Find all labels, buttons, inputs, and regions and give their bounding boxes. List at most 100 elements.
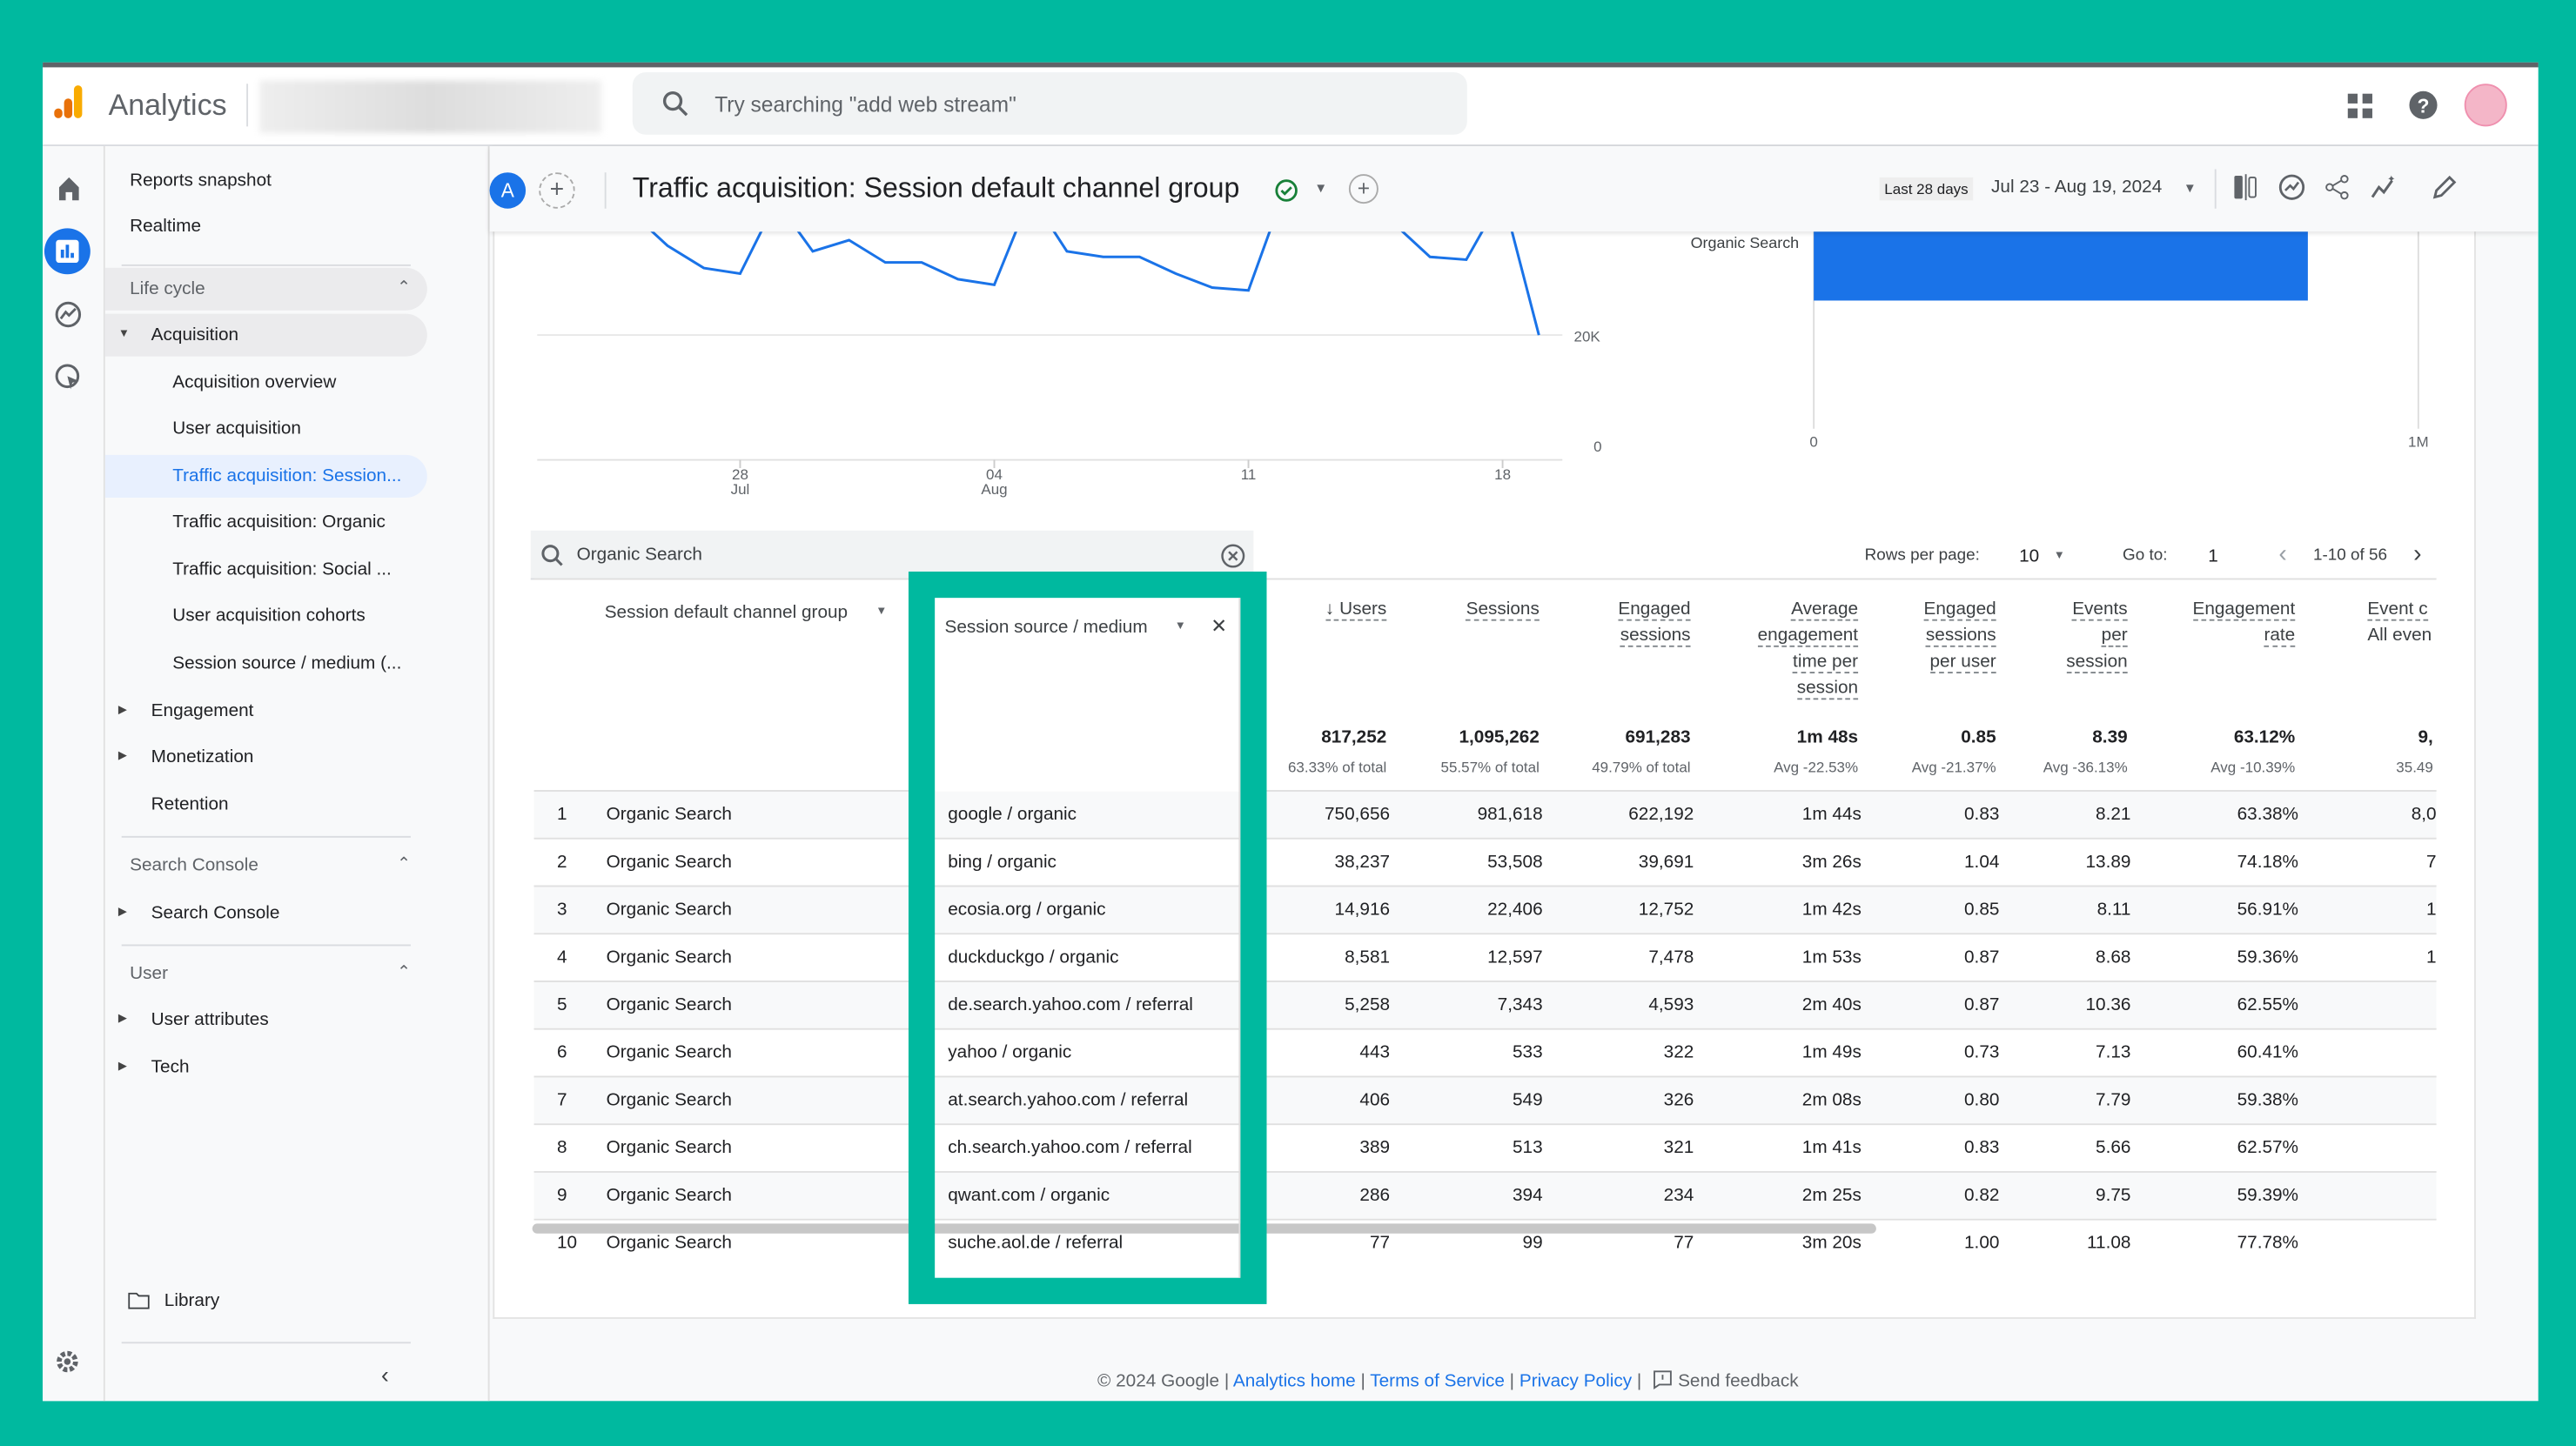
metric-cell: 8,581 bbox=[1345, 947, 1391, 967]
compare-columns-icon[interactable] bbox=[2233, 174, 2259, 201]
explore-icon[interactable] bbox=[54, 300, 82, 328]
table-row[interactable]: 6 Organic Search yahoo / organic 443 533 322 1… bbox=[533, 1028, 2437, 1076]
metric-cell: 549 bbox=[1512, 1090, 1543, 1111]
terms-of-service-link[interactable]: Terms of Service bbox=[1370, 1371, 1505, 1391]
section-header-search-console[interactable]: Search Console ⌃ bbox=[105, 844, 427, 887]
sidebar-item-search-console[interactable]: ▶ Search Console bbox=[105, 892, 427, 934]
sidebar-item-label: Monetization bbox=[151, 746, 254, 767]
sidebar-item-retention[interactable]: Retention bbox=[105, 783, 427, 826]
channel-group-cell: Organic Search bbox=[606, 900, 732, 920]
row-index: 7 bbox=[556, 1090, 567, 1111]
sidebar-item-tech[interactable]: ▶ Tech bbox=[105, 1047, 427, 1089]
send-feedback-button[interactable]: Send feedback bbox=[1678, 1371, 1799, 1391]
metric-header[interactable]: Average engagement time per session bbox=[1757, 596, 1859, 701]
metric-header[interactable]: Engaged sessions bbox=[1618, 596, 1691, 648]
table-row[interactable]: 5 Organic Search de.search.yahoo.com / ref… bbox=[533, 981, 2437, 1028]
divider bbox=[2214, 169, 2217, 209]
caret-right-icon: ▶ bbox=[117, 907, 128, 919]
metric-cell: 62.57% bbox=[2237, 1138, 2299, 1158]
sidebar-item-label: Search Console bbox=[151, 903, 280, 923]
account-selector-blurred[interactable] bbox=[259, 80, 601, 133]
search-input[interactable]: Try searching "add web stream" bbox=[632, 72, 1467, 135]
table-row[interactable]: 8 Organic Search ch.search.yahoo.com / ref… bbox=[533, 1123, 2437, 1171]
dimension-header-channel-group[interactable]: Session default channel group bbox=[605, 603, 848, 623]
metric-header-line: Event c bbox=[2367, 599, 2428, 621]
sidebar-item-user-acquisition-cohorts[interactable]: User acquisition cohorts bbox=[105, 594, 427, 637]
share-icon[interactable] bbox=[2324, 174, 2351, 200]
sidebar-item-session-source-medium[interactable]: Session source / medium (... bbox=[105, 642, 427, 685]
metric-cell: 8.21 bbox=[2096, 805, 2131, 825]
sidebar-item-traffic-acquisition-session[interactable]: Traffic acquisition: Session... bbox=[104, 454, 427, 499]
sidebar-item-user-acquisition[interactable]: User acquisition bbox=[105, 407, 427, 450]
home-icon[interactable] bbox=[56, 176, 82, 202]
section-header-user[interactable]: User ⌃ bbox=[105, 953, 427, 995]
sidebar-item-realtime[interactable]: Realtime bbox=[105, 205, 427, 248]
advertising-icon[interactable] bbox=[54, 363, 82, 391]
reports-nav-button[interactable] bbox=[44, 228, 91, 275]
dimension-header-source-medium[interactable]: Session source / medium bbox=[944, 618, 1147, 638]
apps-grid-icon[interactable] bbox=[2347, 93, 2372, 118]
metric-header-line: per bbox=[2101, 626, 2128, 647]
source-medium-cell: bing / organic bbox=[948, 852, 1057, 873]
remove-dimension-icon[interactable]: ✕ bbox=[1211, 614, 1227, 637]
edit-pencil-icon[interactable] bbox=[2432, 174, 2458, 200]
date-dropdown-icon[interactable]: ▼ bbox=[2184, 181, 2197, 196]
sidebar-item-library[interactable]: Library bbox=[105, 1280, 427, 1322]
metric-cell: 14,916 bbox=[1334, 900, 1391, 920]
sidebar-item-traffic-acquisition-social[interactable]: Traffic acquisition: Social ... bbox=[105, 549, 427, 592]
add-comparison-button[interactable]: + bbox=[539, 172, 575, 209]
privacy-policy-link[interactable]: Privacy Policy bbox=[1519, 1371, 1632, 1391]
metric-header[interactable]: Sessions bbox=[1466, 596, 1540, 622]
search-icon bbox=[662, 90, 688, 117]
section-header-life-cycle[interactable]: Life cycle ⌃ bbox=[104, 267, 427, 311]
metric-header[interactable]: Events per session bbox=[2066, 596, 2128, 675]
sidebar-item-acquisition-overview[interactable]: Acquisition overview bbox=[105, 361, 427, 404]
table-row[interactable]: 3 Organic Search ecosia.org / organic 14,91… bbox=[533, 885, 2437, 934]
table-row[interactable]: 4 Organic Search duckduckgo / organic 8,581… bbox=[533, 933, 2437, 981]
analytics-home-link[interactable]: Analytics home bbox=[1233, 1371, 1356, 1391]
sparkle-trend-icon[interactable]: ✦ bbox=[2371, 174, 2398, 200]
dimension-dropdown-icon[interactable]: ▼ bbox=[875, 606, 887, 618]
metric-header[interactable]: ↓ Users bbox=[1325, 596, 1386, 622]
rows-per-page-select[interactable]: 10 bbox=[2019, 547, 2039, 567]
settings-gear-icon[interactable] bbox=[54, 1349, 80, 1375]
sidebar-item-acquisition[interactable]: ▼ Acquisition bbox=[104, 313, 427, 357]
next-page-icon[interactable]: › bbox=[2413, 540, 2421, 568]
dimension-dropdown-icon[interactable]: ▼ bbox=[1175, 621, 1186, 633]
divider bbox=[121, 835, 411, 838]
collapse-sidebar-chevron-icon[interactable]: ‹ bbox=[381, 1362, 389, 1388]
sidebar-item-engagement[interactable]: ▶ Engagement bbox=[105, 690, 427, 733]
sidebar-item-user-attributes[interactable]: ▶ User attributes bbox=[105, 999, 427, 1041]
sidebar-item-monetization[interactable]: ▶ Monetization bbox=[105, 736, 427, 779]
metric-cell: 1m 53s bbox=[1801, 947, 1862, 967]
metric-total-comparison: 63.33% of total bbox=[1287, 759, 1387, 776]
date-preset[interactable]: Last 28 days bbox=[1879, 177, 1974, 201]
metric-header[interactable]: Engagement rate bbox=[2192, 596, 2296, 648]
previous-page-icon[interactable]: ‹ bbox=[2278, 540, 2286, 568]
goto-input[interactable]: 1 bbox=[2208, 547, 2218, 567]
row-index: 9 bbox=[556, 1185, 567, 1206]
metric-cell: 59.38% bbox=[2237, 1090, 2299, 1111]
screenshot-stage: Analytics Try searching "add web stream"… bbox=[0, 0, 2576, 1446]
table-row[interactable]: 2 Organic Search bing / organic 38,237 53,50… bbox=[533, 837, 2437, 886]
table-row[interactable]: 9 Organic Search qwant.com / organic 286 394… bbox=[533, 1171, 2437, 1219]
customize-add-button[interactable]: + bbox=[1348, 174, 1379, 204]
rows-per-page-dropdown-icon[interactable]: ▼ bbox=[2054, 550, 2065, 561]
title-dropdown-icon[interactable]: ▼ bbox=[1314, 181, 1327, 196]
comparison-badge[interactable]: A bbox=[489, 172, 527, 209]
table-row[interactable]: 7 Organic Search at.search.yahoo.com / ref… bbox=[533, 1075, 2437, 1124]
metric-header[interactable]: Engaged sessions per user bbox=[1923, 596, 1996, 675]
avatar[interactable] bbox=[2464, 84, 2507, 127]
metric-header[interactable]: Event c All even bbox=[2367, 596, 2433, 648]
divider bbox=[121, 264, 411, 266]
clear-filter-icon[interactable] bbox=[1221, 544, 1245, 568]
metric-cell: 74.18% bbox=[2237, 852, 2299, 873]
sidebar-item-traffic-acquisition-organic[interactable]: Traffic acquisition: Organic bbox=[105, 501, 427, 544]
metric-cell: 234 bbox=[1663, 1185, 1694, 1206]
table-row[interactable]: 1 Organic Search google / organic 750,656 98… bbox=[533, 790, 2437, 838]
help-icon[interactable]: ? bbox=[2409, 90, 2438, 120]
insights-icon[interactable] bbox=[2278, 174, 2305, 200]
date-range[interactable]: Jul 23 - Aug 19, 2024 bbox=[1991, 177, 2162, 197]
metric-cell: 77.78% bbox=[2237, 1233, 2299, 1254]
sidebar-item-reports-snapshot[interactable]: Reports snapshot bbox=[105, 159, 427, 202]
